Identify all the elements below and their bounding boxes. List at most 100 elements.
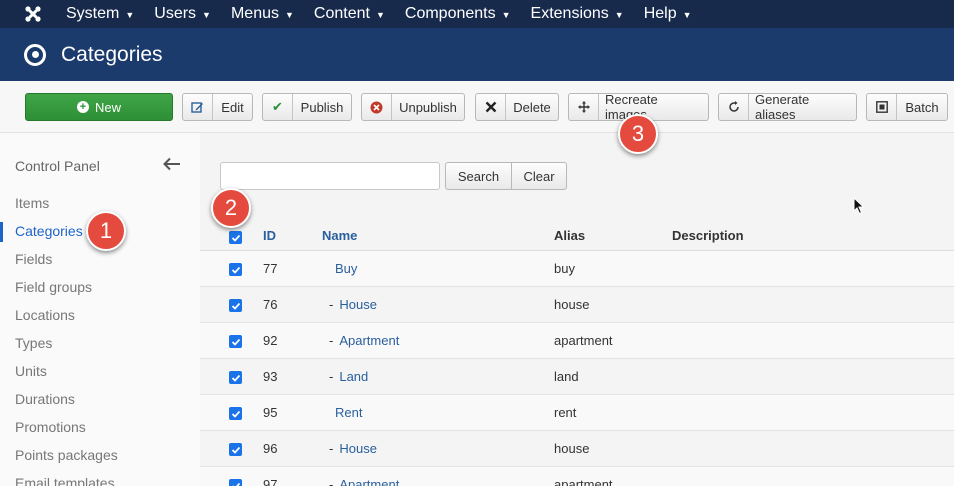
row-alias: land — [554, 369, 579, 384]
sidebar-item-points-packages[interactable]: Points packages — [15, 447, 118, 463]
clear-button[interactable]: Clear — [511, 162, 567, 190]
move-arrows-icon — [569, 94, 599, 120]
row-name-cell: - Apartment — [329, 477, 399, 486]
row-id: 97 — [263, 477, 278, 486]
row-alias: apartment — [554, 333, 613, 348]
menu-content[interactable]: Content ▼ — [314, 5, 385, 23]
row-checkbox[interactable] — [229, 479, 242, 486]
caret-down-icon: ▼ — [125, 10, 135, 20]
generate-aliases-button[interactable]: Generate aliases — [718, 92, 857, 122]
row-alias: rent — [554, 405, 577, 420]
menu-menus[interactable]: Menus ▼ — [231, 5, 294, 23]
target-icon — [24, 43, 46, 66]
row-alias: buy — [554, 261, 575, 276]
mouse-cursor-icon — [853, 196, 865, 215]
joomla-logo-icon[interactable] — [0, 0, 66, 28]
row-id: 92 — [263, 333, 278, 348]
table-row: 93 - Land land — [200, 359, 954, 395]
main-content: Search Clear ID Name Alias Description 7… — [200, 133, 954, 486]
arrow-left-icon[interactable] — [163, 155, 181, 176]
row-name-cell: - House — [329, 441, 377, 456]
publish-button[interactable]: ✔ Publish — [262, 93, 352, 121]
row-id: 77 — [263, 261, 278, 276]
callout-2: 2 — [211, 188, 251, 228]
caret-down-icon: ▼ — [614, 10, 624, 20]
row-name-cell: - Land — [329, 369, 369, 384]
sidebar-item-promotions[interactable]: Promotions — [15, 419, 86, 435]
column-header-id[interactable]: ID — [263, 228, 276, 243]
row-checkbox[interactable] — [229, 443, 242, 456]
row-id: 96 — [263, 441, 278, 456]
sidebar-item-units[interactable]: Units — [15, 363, 47, 379]
caret-down-icon: ▼ — [285, 10, 294, 20]
sidebar: Control Panel Items Categories Fields Fi… — [0, 133, 200, 486]
search-button[interactable]: Search — [445, 162, 512, 190]
new-button[interactable]: + New — [25, 93, 173, 121]
row-id: 76 — [263, 297, 278, 312]
caret-down-icon: ▼ — [682, 10, 692, 20]
row-alias: house — [554, 297, 590, 312]
sidebar-active-indicator — [0, 222, 3, 242]
sidebar-item-types[interactable]: Types — [15, 335, 52, 351]
row-checkbox[interactable] — [229, 299, 242, 312]
row-name-cell: - Apartment — [329, 333, 400, 348]
menu-extensions[interactable]: Extensions ▼ — [531, 5, 624, 23]
page-header: Categories — [0, 28, 954, 81]
search-input[interactable] — [220, 162, 440, 190]
sidebar-control-panel[interactable]: Control Panel — [15, 158, 100, 174]
edit-button[interactable]: Edit — [182, 93, 253, 121]
row-checkbox[interactable] — [229, 407, 242, 420]
row-name-link[interactable]: House — [339, 441, 377, 456]
sidebar-item-field-groups[interactable]: Field groups — [15, 279, 92, 295]
caret-down-icon: ▼ — [202, 10, 211, 20]
square-icon — [867, 94, 897, 120]
sidebar-item-email-templates[interactable]: Email templates — [15, 475, 115, 486]
row-alias: apartment — [554, 477, 613, 486]
delete-button[interactable]: Delete — [475, 93, 559, 121]
sidebar-item-fields[interactable]: Fields — [15, 251, 52, 267]
table-header: ID Name Alias Description — [200, 219, 954, 251]
table-row: 95 Rent rent — [200, 395, 954, 431]
table-row: 77 Buy buy — [200, 251, 954, 287]
menu-help[interactable]: Help ▼ — [644, 5, 692, 23]
row-alias: house — [554, 441, 590, 456]
row-checkbox[interactable] — [229, 263, 242, 276]
row-name-cell: - House — [329, 297, 377, 312]
sidebar-item-durations[interactable]: Durations — [15, 391, 75, 407]
check-icon: ✔ — [263, 94, 293, 120]
select-all-checkbox[interactable] — [229, 231, 242, 244]
sidebar-item-locations[interactable]: Locations — [15, 307, 75, 323]
column-header-name[interactable]: Name — [322, 228, 357, 243]
row-id: 93 — [263, 369, 278, 384]
batch-button[interactable]: Batch — [866, 93, 948, 121]
caret-down-icon: ▼ — [501, 10, 511, 20]
top-navbar: System ▼ Users ▼ Menus ▼ Content ▼ Component… — [0, 0, 954, 28]
menu-system[interactable]: System ▼ — [66, 5, 134, 23]
row-name-cell: Buy — [329, 261, 357, 276]
unpublish-button[interactable]: Unpublish — [361, 93, 465, 121]
edit-icon — [183, 94, 213, 120]
row-id: 95 — [263, 405, 278, 420]
caret-down-icon: ▼ — [375, 10, 385, 20]
menu-components[interactable]: Components ▼ — [405, 5, 511, 23]
sidebar-item-items[interactable]: Items — [15, 195, 49, 211]
table-row: 76 - House house — [200, 287, 954, 323]
row-name-link[interactable]: Buy — [335, 261, 357, 276]
callout-1: 1 — [86, 211, 126, 251]
row-checkbox[interactable] — [229, 335, 242, 348]
row-name-link[interactable]: Land — [339, 369, 368, 384]
refresh-icon — [719, 94, 749, 120]
callout-3: 3 — [618, 114, 658, 154]
row-name-link[interactable]: Apartment — [339, 477, 399, 486]
plus-icon: + — [76, 101, 89, 113]
row-name-link[interactable]: Apartment — [339, 333, 399, 348]
row-name-link[interactable]: House — [339, 297, 377, 312]
row-name-cell: Rent — [329, 405, 362, 420]
toolbar: + New Edit ✔ Publish Unpublish Delete Re… — [0, 81, 954, 133]
row-checkbox[interactable] — [229, 371, 242, 384]
page-title: Categories — [61, 42, 163, 66]
sidebar-item-categories[interactable]: Categories — [15, 223, 83, 239]
row-name-link[interactable]: Rent — [335, 405, 362, 420]
menu-users[interactable]: Users ▼ — [154, 5, 211, 23]
delete-x-icon — [476, 94, 506, 120]
